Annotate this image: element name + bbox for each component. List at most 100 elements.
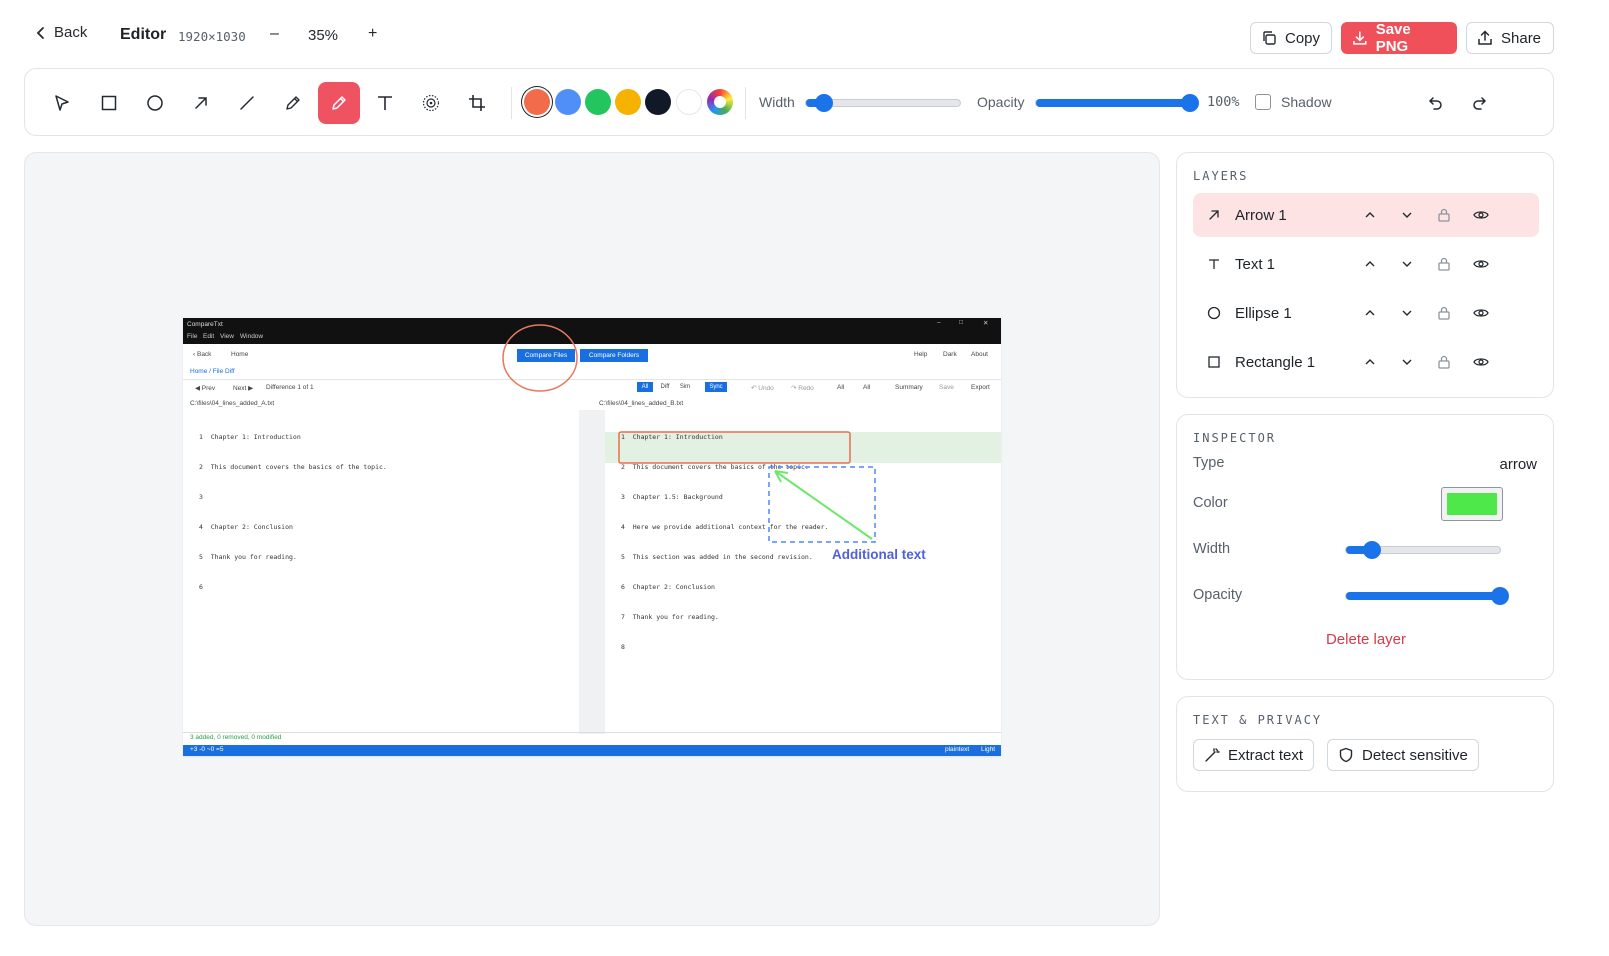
color-swatch-green[interactable] [585, 89, 611, 115]
back-label: Back [54, 24, 88, 41]
arrow-icon [195, 97, 207, 109]
shot-nav-home: Home [231, 351, 249, 358]
screenshot-image[interactable]: CompareTxt – □ ✕ File Edit View Window ‹… [183, 318, 1001, 756]
visibility-button[interactable] [1472, 353, 1490, 371]
move-up-button[interactable] [1361, 206, 1379, 224]
lock-icon [1438, 355, 1450, 369]
ellipse-icon [1205, 304, 1223, 322]
highlighter-tool[interactable] [318, 82, 360, 124]
line-tool[interactable] [226, 82, 268, 124]
lock-button[interactable] [1435, 304, 1453, 322]
text-icon [1205, 255, 1223, 273]
shot-difference: Difference 1 of 1 [266, 384, 314, 391]
share-label: Share [1501, 29, 1542, 47]
share-button[interactable]: Share [1466, 22, 1554, 54]
copy-button[interactable]: Copy [1250, 22, 1332, 54]
color-picker[interactable] [1441, 487, 1503, 521]
rectangle-tool[interactable] [88, 82, 130, 124]
shadow-checkbox[interactable] [1255, 94, 1271, 110]
annotation-text[interactable]: Additional text [832, 547, 926, 562]
layer-item-rectangle[interactable]: Rectangle 1 [1193, 340, 1539, 384]
blur-tool[interactable] [410, 82, 452, 124]
color-swatch-white[interactable] [676, 89, 702, 115]
toolbar-divider [745, 87, 746, 119]
color-swatch-blue[interactable] [555, 89, 581, 115]
move-down-button[interactable] [1398, 353, 1416, 371]
ellipse-tool[interactable] [134, 82, 176, 124]
layer-width-slider[interactable] [1345, 541, 1501, 559]
canvas-area[interactable]: CompareTxt – □ ✕ File Edit View Window ‹… [24, 152, 1160, 926]
close-icon: ✕ [983, 320, 989, 327]
shot-help: Help [914, 351, 928, 358]
save-png-button[interactable]: Save PNG [1341, 21, 1457, 55]
text-tool[interactable] [364, 82, 406, 124]
visibility-button[interactable] [1472, 255, 1490, 273]
shot-dark: Dark [943, 351, 957, 358]
custom-color-picker[interactable] [707, 89, 733, 115]
select-tool[interactable] [41, 82, 83, 124]
layer-opacity-slider[interactable] [1345, 587, 1509, 605]
layer-item-ellipse[interactable]: Ellipse 1 [1193, 291, 1539, 335]
move-up-button[interactable] [1361, 353, 1379, 371]
copy-label: Copy [1285, 29, 1321, 47]
save-png-label: Save PNG [1375, 21, 1411, 55]
highlighter-icon [332, 96, 346, 110]
layer-label: Arrow 1 [1235, 207, 1287, 224]
code-line: 7 Thank you for reading. [621, 613, 719, 621]
code-line: 6 Chapter 2: Conclusion [621, 583, 715, 591]
shot-about: About [971, 351, 988, 358]
code-line: 4 Chapter 2: Conclusion [199, 523, 293, 531]
layer-item-text[interactable]: Text 1 [1193, 242, 1539, 286]
arrow-icon [1205, 206, 1223, 224]
layer-label: Rectangle 1 [1235, 354, 1316, 371]
zoom-out-button[interactable]: – [270, 25, 279, 43]
move-up-button[interactable] [1361, 255, 1379, 273]
type-value: arrow [1499, 456, 1537, 473]
lock-button[interactable] [1435, 255, 1453, 273]
inspector-panel: INSPECTOR Type arrow Color Width Opacity… [1176, 414, 1554, 680]
redo-button[interactable] [1459, 82, 1501, 124]
move-down-button[interactable] [1398, 206, 1416, 224]
opacity-label: Opacity [977, 94, 1025, 110]
move-down-button[interactable] [1398, 255, 1416, 273]
move-up-button[interactable] [1361, 304, 1379, 322]
opacity-value: 100% [1207, 94, 1240, 110]
color-swatch-black[interactable] [645, 89, 671, 115]
width-slider-thumb[interactable] [815, 94, 834, 112]
detect-sensitive-button[interactable]: Detect sensitive [1327, 739, 1479, 771]
move-down-button[interactable] [1398, 304, 1416, 322]
visibility-button[interactable] [1472, 304, 1490, 322]
shot-divider [183, 379, 1001, 380]
pencil-tool[interactable] [272, 82, 314, 124]
opacity-slider-thumb[interactable] [1181, 94, 1199, 112]
shot-all-2: All [863, 384, 871, 391]
zoom-in-button[interactable]: + [368, 25, 377, 43]
extract-text-button[interactable]: Extract text [1193, 739, 1315, 771]
color-swatch-yellow[interactable] [615, 89, 641, 115]
shot-save: Save [939, 384, 954, 391]
layer-opacity-thumb[interactable] [1491, 587, 1509, 605]
delete-layer-button[interactable]: Delete layer [1177, 631, 1555, 648]
app-title: CompareTxt [187, 321, 223, 328]
shot-left-code: 1 Chapter 1: Introduction 2 This documen… [199, 412, 387, 612]
layer-item-arrow[interactable]: Arrow 1 [1193, 193, 1539, 237]
width-slider[interactable] [805, 94, 961, 112]
undo-button[interactable] [1414, 82, 1456, 124]
back-button[interactable]: Back [36, 24, 87, 41]
undo-icon [1428, 97, 1442, 110]
arrow-tool[interactable] [180, 82, 222, 124]
color-swatch-orange[interactable] [524, 89, 550, 115]
select-icon [55, 95, 69, 111]
crop-tool[interactable] [456, 82, 498, 124]
lock-button[interactable] [1435, 206, 1453, 224]
shot-summary: Summary [895, 384, 923, 391]
layer-width-thumb[interactable] [1363, 541, 1382, 559]
shot-breadcrumb: Home / File Diff [190, 368, 235, 375]
opacity-slider[interactable] [1035, 94, 1199, 112]
shot-mode-sync: Sync [705, 382, 727, 392]
inspector-title: INSPECTOR [1193, 431, 1277, 445]
visibility-button[interactable] [1472, 206, 1490, 224]
crop-icon [469, 95, 485, 111]
lock-button[interactable] [1435, 353, 1453, 371]
text-privacy-panel: TEXT & PRIVACY Extract text Detect sensi… [1176, 696, 1554, 792]
